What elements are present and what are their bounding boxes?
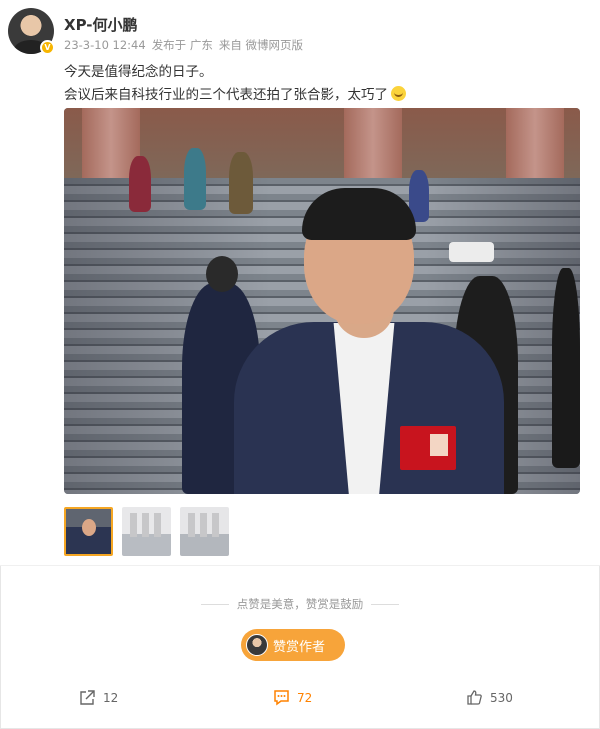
post-text-line-2: 会议后来自科技行业的三个代表还拍了张合影，太巧了: [64, 83, 406, 103]
post-text-line-2-content: 会议后来自科技行业的三个代表还拍了张合影，太巧了: [64, 87, 388, 103]
like-button[interactable]: 530: [466, 689, 513, 706]
thumbnail-1[interactable]: [64, 507, 113, 556]
encourage-text-content: 点赞是美意，赞赏是鼓励: [236, 597, 364, 611]
author-name[interactable]: XP-何小鹏: [64, 14, 138, 35]
action-bar: 12 72 530: [0, 689, 600, 713]
verified-badge-icon: V: [40, 40, 55, 55]
like-icon: [467, 690, 482, 705]
share-button[interactable]: 12: [79, 689, 118, 706]
comment-icon: [274, 690, 289, 706]
weibo-post: V XP-何小鹏 23-3-10 12:44 发布于 广东 来自 微博网页版 今天是…: [0, 0, 600, 565]
comment-button[interactable]: 72: [273, 689, 312, 706]
distant-person-3: [129, 156, 151, 212]
like-count: 530: [490, 690, 513, 705]
reward-label: 赞赏作者: [273, 639, 326, 655]
delegate-badge: [400, 426, 456, 470]
smile-emoji-icon: [391, 86, 406, 101]
encourage-text: 点赞是美意，赞赏是鼓励: [0, 596, 600, 612]
share-icon: [80, 690, 95, 705]
main-person-hair: [302, 188, 416, 240]
thumbnail-2[interactable]: [122, 507, 171, 556]
post-source: 来自 微博网页版: [218, 38, 303, 52]
distant-person-1: [184, 148, 206, 210]
share-count: 12: [103, 690, 119, 705]
post-main-photo[interactable]: [64, 108, 580, 494]
reward-author-button[interactable]: 赞赏作者: [241, 629, 345, 661]
thumbnail-3[interactable]: [180, 507, 229, 556]
background-person-head: [206, 256, 238, 292]
post-location: 发布于 广东: [151, 38, 213, 52]
right-edge-person: [552, 268, 580, 468]
distant-person-2: [229, 152, 253, 214]
reward-avatar: [246, 634, 268, 656]
post-date[interactable]: 23-3-10 12:44: [64, 38, 146, 52]
camera: [449, 242, 494, 262]
post-meta: 23-3-10 12:44 发布于 广东 来自 微博网页版: [64, 37, 309, 53]
comment-count: 72: [297, 690, 313, 705]
post-text-line-1: 今天是值得纪念的日子。: [64, 64, 213, 80]
section-divider: [0, 565, 600, 566]
